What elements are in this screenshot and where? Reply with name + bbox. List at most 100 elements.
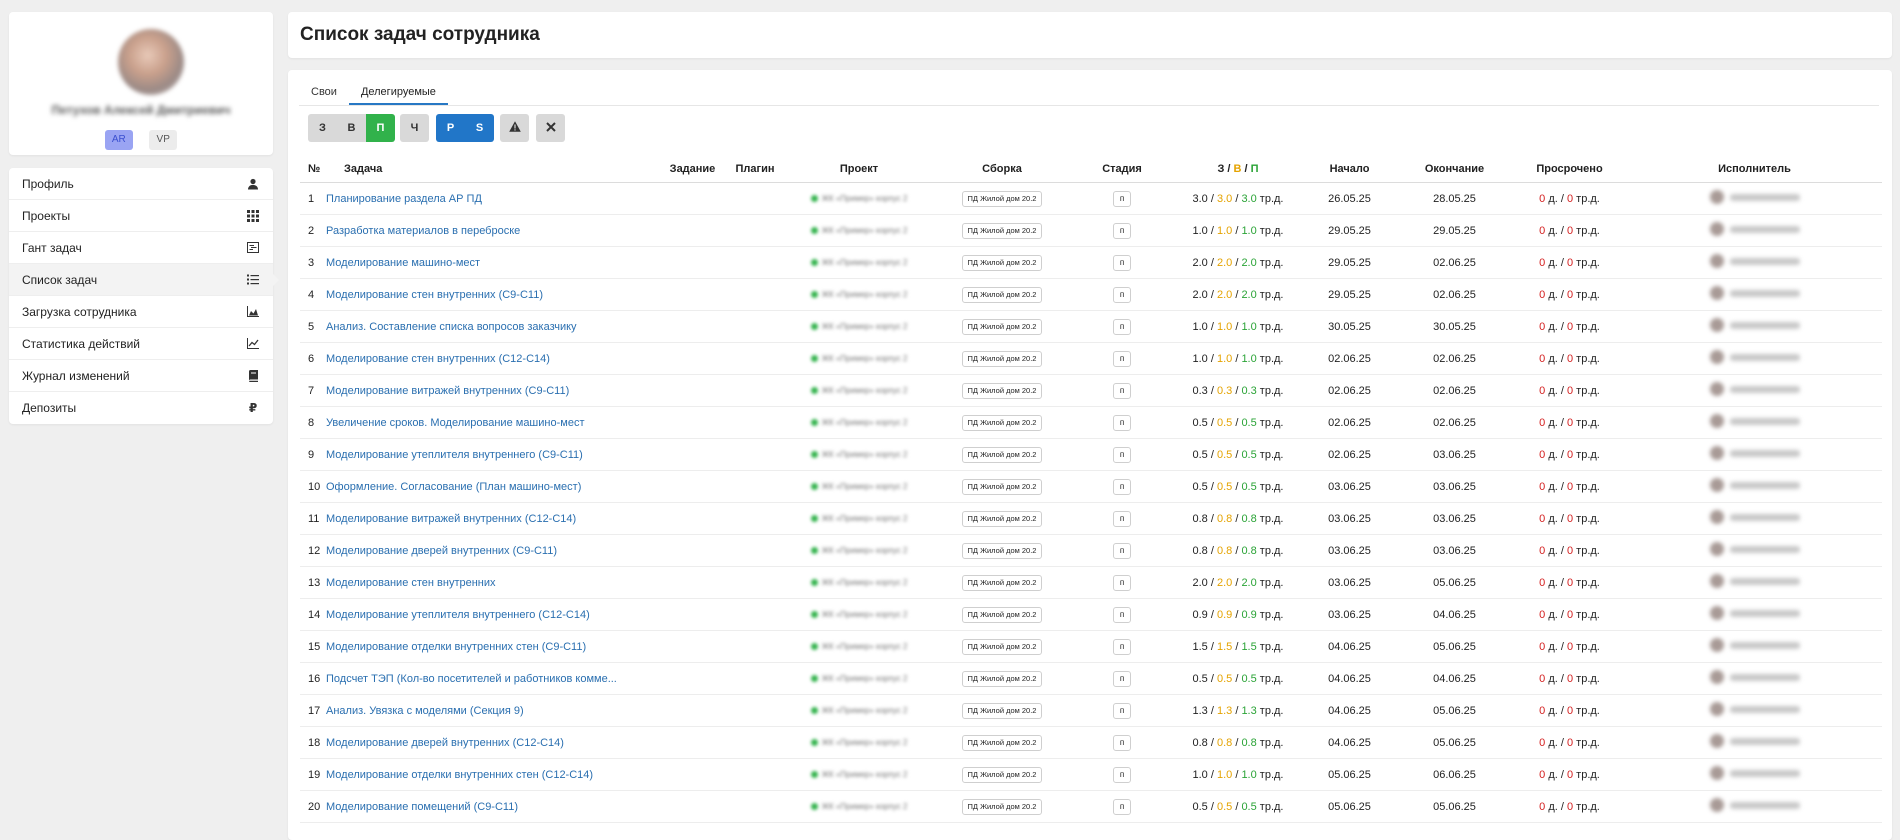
- task-link[interactable]: Анализ. Составление списка вопросов зака…: [326, 321, 577, 333]
- build-badge[interactable]: ПД Жилой дом 20.2: [961, 798, 1043, 815]
- build-badge[interactable]: ПД Жилой дом 20.2: [961, 606, 1043, 623]
- task-link[interactable]: Увеличение сроков. Моделирование машино-…: [326, 417, 584, 429]
- filter-status-v[interactable]: В: [337, 114, 366, 142]
- build-badge[interactable]: ПД Жилой дом 20.2: [961, 350, 1043, 367]
- tab-delegated[interactable]: Делегируемые: [348, 84, 448, 105]
- executor[interactable]: [1709, 734, 1800, 748]
- table-row[interactable]: 12 Моделирование дверей внутренних (С9-С1…: [300, 534, 1882, 567]
- build-badge[interactable]: ПД Жилой дом 20.2: [961, 478, 1043, 495]
- executor[interactable]: [1709, 446, 1800, 460]
- table-row[interactable]: 7 Моделирование витражей внутренних (С9-С…: [300, 374, 1882, 407]
- task-link[interactable]: Моделирование стен внутренних: [326, 577, 496, 589]
- column-header-executor[interactable]: Исполнитель: [1627, 156, 1882, 183]
- task-link[interactable]: Моделирование помещений (С9-С11): [326, 801, 518, 813]
- executor[interactable]: [1709, 638, 1800, 652]
- column-header-end[interactable]: Окончание: [1397, 156, 1512, 183]
- task-link[interactable]: Моделирование стен внутренних (С12-С14): [326, 353, 550, 365]
- table-row[interactable]: 19 Моделирование отделки внутренних стен …: [300, 758, 1882, 791]
- executor[interactable]: [1709, 542, 1800, 556]
- column-header-task[interactable]: Задача: [326, 156, 659, 183]
- project-link[interactable]: ЖК «Пример» корпус 2: [810, 258, 907, 267]
- table-row[interactable]: 5 Анализ. Составление списка вопросов зак…: [300, 310, 1882, 343]
- project-link[interactable]: ЖК «Пример» корпус 2: [810, 610, 907, 619]
- table-row[interactable]: 15 Моделирование отделки внутренних стен …: [300, 630, 1882, 663]
- sidebar-item-deposits[interactable]: Депозиты ₽: [9, 392, 273, 424]
- build-badge[interactable]: ПД Жилой дом 20.2: [961, 190, 1043, 207]
- sidebar-item-profile[interactable]: Профиль: [9, 168, 273, 200]
- build-badge[interactable]: ПД Жилой дом 20.2: [961, 510, 1043, 527]
- table-row[interactable]: 16 Подсчет ТЭП (Кол-во посетителей и рабо…: [300, 662, 1882, 695]
- task-link[interactable]: Моделирование стен внутренних (С9-С11): [326, 289, 543, 301]
- executor[interactable]: [1709, 254, 1800, 268]
- project-link[interactable]: ЖК «Пример» корпус 2: [810, 578, 907, 587]
- table-row[interactable]: 4 Моделирование стен внутренних (С9-С11) Ж…: [300, 278, 1882, 311]
- task-link[interactable]: Моделирование машино-мест: [326, 257, 480, 269]
- task-link[interactable]: Моделирование дверей внутренних (С9-С11): [326, 545, 557, 557]
- project-link[interactable]: ЖК «Пример» корпус 2: [810, 546, 907, 555]
- build-badge[interactable]: ПД Жилой дом 20.2: [961, 766, 1043, 783]
- task-link[interactable]: Планирование раздела АР ПД: [326, 193, 482, 205]
- executor[interactable]: [1709, 478, 1800, 492]
- executor[interactable]: [1709, 510, 1800, 524]
- column-header-stage[interactable]: Стадия: [1070, 156, 1174, 183]
- project-link[interactable]: ЖК «Пример» корпус 2: [810, 354, 907, 363]
- build-badge[interactable]: ПД Жилой дом 20.2: [961, 734, 1043, 751]
- table-row[interactable]: 13 Моделирование стен внутренних ЖК «Приме…: [300, 566, 1882, 599]
- sidebar-item-task-list[interactable]: Список задач: [9, 264, 279, 296]
- build-badge[interactable]: ПД Жилой дом 20.2: [961, 414, 1043, 431]
- project-link[interactable]: ЖК «Пример» корпус 2: [810, 322, 907, 331]
- build-badge[interactable]: ПД Жилой дом 20.2: [961, 702, 1043, 719]
- project-link[interactable]: ЖК «Пример» корпус 2: [810, 674, 907, 683]
- build-badge[interactable]: ПД Жилой дом 20.2: [961, 638, 1043, 655]
- executor[interactable]: [1709, 574, 1800, 588]
- filter-type-s[interactable]: S: [465, 114, 494, 142]
- table-row[interactable]: 11 Моделирование витражей внутренних (С12…: [300, 502, 1882, 535]
- sidebar-item-workload[interactable]: Загрузка сотрудника: [9, 296, 273, 328]
- task-link[interactable]: Моделирование утеплителя внутреннего (С1…: [326, 609, 590, 621]
- filter-ch[interactable]: Ч: [400, 114, 429, 142]
- sidebar-item-statistics[interactable]: Статистика действий: [9, 328, 273, 360]
- project-link[interactable]: ЖК «Пример» корпус 2: [810, 290, 907, 299]
- build-badge[interactable]: ПД Жилой дом 20.2: [961, 382, 1043, 399]
- tab-own[interactable]: Свои: [299, 84, 349, 105]
- column-header-project[interactable]: Проект: [784, 156, 934, 183]
- sidebar-item-changelog[interactable]: Журнал изменений: [9, 360, 273, 392]
- project-link[interactable]: ЖК «Пример» корпус 2: [810, 738, 907, 747]
- table-row[interactable]: 18 Моделирование дверей внутренних (С12-С…: [300, 726, 1882, 759]
- executor[interactable]: [1709, 350, 1800, 364]
- executor[interactable]: [1709, 606, 1800, 620]
- filter-type-r[interactable]: Р: [436, 114, 465, 142]
- executor[interactable]: [1709, 766, 1800, 780]
- executor[interactable]: [1709, 670, 1800, 684]
- executor[interactable]: [1709, 382, 1800, 396]
- table-row[interactable]: 3 Моделирование машино-мест ЖК «Пример» ко…: [300, 246, 1882, 279]
- build-badge[interactable]: ПД Жилой дом 20.2: [961, 222, 1043, 239]
- table-row[interactable]: 10 Оформление. Согласование (План машино-…: [300, 470, 1882, 503]
- executor[interactable]: [1709, 286, 1800, 300]
- table-row[interactable]: 8 Увеличение сроков. Моделирование машино…: [300, 406, 1882, 439]
- task-link[interactable]: Моделирование витражей внутренних (С9-С1…: [326, 385, 569, 397]
- table-row[interactable]: 2 Разработка материалов в переброске ЖК «П…: [300, 214, 1882, 247]
- task-link[interactable]: Подсчет ТЭП (Кол-во посетителей и работн…: [326, 673, 617, 685]
- sidebar-item-gantt[interactable]: Гант задач: [9, 232, 273, 264]
- task-link[interactable]: Оформление. Согласование (План машино-ме…: [326, 481, 581, 493]
- build-badge[interactable]: ПД Жилой дом 20.2: [961, 254, 1043, 271]
- table-row[interactable]: 17 Анализ. Увязка с моделями (Секция 9) ЖК…: [300, 694, 1882, 727]
- task-link[interactable]: Моделирование дверей внутренних (С12-С14…: [326, 737, 564, 749]
- executor[interactable]: [1709, 702, 1800, 716]
- table-row[interactable]: 20 Моделирование помещений (С9-С11) ЖК «Пр…: [300, 790, 1882, 823]
- table-row[interactable]: 14 Моделирование утеплителя внутреннего (…: [300, 598, 1882, 631]
- filter-clear-button[interactable]: [536, 114, 565, 142]
- role-badge-vp[interactable]: VP: [149, 130, 178, 150]
- project-link[interactable]: ЖК «Пример» корпус 2: [810, 642, 907, 651]
- filter-status-p[interactable]: П: [366, 114, 395, 142]
- column-header-build[interactable]: Сборка: [934, 156, 1070, 183]
- table-row[interactable]: 1 Планирование раздела АР ПД ЖК «Пример» к…: [300, 182, 1882, 215]
- project-link[interactable]: ЖК «Пример» корпус 2: [810, 706, 907, 715]
- project-link[interactable]: ЖК «Пример» корпус 2: [810, 482, 907, 491]
- filter-warning-button[interactable]: [500, 114, 529, 142]
- filter-status-z[interactable]: З: [308, 114, 337, 142]
- executor[interactable]: [1709, 798, 1800, 812]
- role-badge-ar[interactable]: AR: [104, 130, 133, 150]
- build-badge[interactable]: ПД Жилой дом 20.2: [961, 318, 1043, 335]
